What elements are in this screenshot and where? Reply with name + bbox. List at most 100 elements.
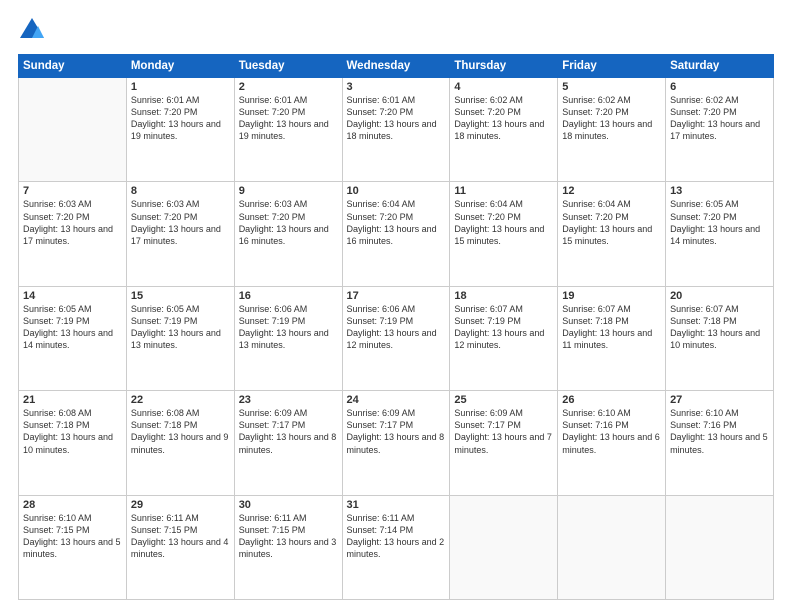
- calendar-day-cell: 20Sunrise: 6:07 AMSunset: 7:18 PMDayligh…: [666, 286, 774, 390]
- calendar-week-row: 21Sunrise: 6:08 AMSunset: 7:18 PMDayligh…: [19, 391, 774, 495]
- calendar-day-cell: 12Sunrise: 6:04 AMSunset: 7:20 PMDayligh…: [558, 182, 666, 286]
- calendar-body: 1Sunrise: 6:01 AMSunset: 7:20 PMDaylight…: [19, 78, 774, 600]
- day-number: 21: [23, 394, 122, 406]
- calendar-day-cell: 28Sunrise: 6:10 AMSunset: 7:15 PMDayligh…: [19, 495, 127, 599]
- day-number: 7: [23, 185, 122, 197]
- day-info: Sunrise: 6:01 AMSunset: 7:20 PMDaylight:…: [131, 94, 230, 143]
- calendar-day-cell: 18Sunrise: 6:07 AMSunset: 7:19 PMDayligh…: [450, 286, 558, 390]
- day-info: Sunrise: 6:08 AMSunset: 7:18 PMDaylight:…: [23, 407, 122, 456]
- day-info: Sunrise: 6:02 AMSunset: 7:20 PMDaylight:…: [562, 94, 661, 143]
- day-number: 28: [23, 499, 122, 511]
- day-number: 15: [131, 290, 230, 302]
- day-number: 10: [347, 185, 446, 197]
- calendar-day-cell: 19Sunrise: 6:07 AMSunset: 7:18 PMDayligh…: [558, 286, 666, 390]
- calendar-day-cell: 16Sunrise: 6:06 AMSunset: 7:19 PMDayligh…: [234, 286, 342, 390]
- day-info: Sunrise: 6:08 AMSunset: 7:18 PMDaylight:…: [131, 407, 230, 456]
- calendar-day-cell: 26Sunrise: 6:10 AMSunset: 7:16 PMDayligh…: [558, 391, 666, 495]
- calendar-day-cell: 8Sunrise: 6:03 AMSunset: 7:20 PMDaylight…: [126, 182, 234, 286]
- calendar-day-cell: 21Sunrise: 6:08 AMSunset: 7:18 PMDayligh…: [19, 391, 127, 495]
- day-info: Sunrise: 6:03 AMSunset: 7:20 PMDaylight:…: [23, 198, 122, 247]
- day-number: 18: [454, 290, 553, 302]
- day-info: Sunrise: 6:05 AMSunset: 7:20 PMDaylight:…: [670, 198, 769, 247]
- calendar-day-cell: 7Sunrise: 6:03 AMSunset: 7:20 PMDaylight…: [19, 182, 127, 286]
- calendar-week-row: 14 Sunrise: 6:05 AMSunset: 7:19 PMDayligh…: [19, 286, 774, 390]
- day-info: Sunrise: 6:01 AMSunset: 7:20 PMDaylight:…: [239, 94, 338, 143]
- weekday-header-cell: Friday: [558, 55, 666, 78]
- calendar-day-cell: [450, 495, 558, 599]
- page: SundayMondayTuesdayWednesdayThursdayFrid…: [0, 0, 792, 612]
- day-info: Sunrise: 6:05 AMSunset: 7:19 PMDaylight:…: [131, 303, 230, 352]
- day-info: Sunrise: 6:09 AMSunset: 7:17 PMDaylight:…: [239, 407, 338, 456]
- day-info: Sunrise: 6:11 AMSunset: 7:15 PMDaylight:…: [131, 512, 230, 561]
- day-number: 23: [239, 394, 338, 406]
- weekday-header-cell: Wednesday: [342, 55, 450, 78]
- day-number: 16: [239, 290, 338, 302]
- calendar-day-cell: 31Sunrise: 6:11 AMSunset: 7:14 PMDayligh…: [342, 495, 450, 599]
- calendar-week-row: 28Sunrise: 6:10 AMSunset: 7:15 PMDayligh…: [19, 495, 774, 599]
- calendar-day-cell: 13Sunrise: 6:05 AMSunset: 7:20 PMDayligh…: [666, 182, 774, 286]
- day-number: 19: [562, 290, 661, 302]
- day-info: Sunrise: 6:10 AMSunset: 7:16 PMDaylight:…: [670, 407, 769, 456]
- calendar-day-cell: 17Sunrise: 6:06 AMSunset: 7:19 PMDayligh…: [342, 286, 450, 390]
- day-info: Sunrise: 6:04 AMSunset: 7:20 PMDaylight:…: [562, 198, 661, 247]
- weekday-header-row: SundayMondayTuesdayWednesdayThursdayFrid…: [19, 55, 774, 78]
- calendar-day-cell: 29Sunrise: 6:11 AMSunset: 7:15 PMDayligh…: [126, 495, 234, 599]
- day-number: 11: [454, 185, 553, 197]
- day-number: 14: [23, 290, 122, 302]
- calendar-week-row: 7Sunrise: 6:03 AMSunset: 7:20 PMDaylight…: [19, 182, 774, 286]
- calendar-day-cell: 5Sunrise: 6:02 AMSunset: 7:20 PMDaylight…: [558, 78, 666, 182]
- day-number: 4: [454, 81, 553, 93]
- day-info: Sunrise: 6:03 AMSunset: 7:20 PMDaylight:…: [131, 198, 230, 247]
- day-info: Sunrise: 6:11 AMSunset: 7:14 PMDaylight:…: [347, 512, 446, 561]
- day-info: Sunrise: 6:07 AMSunset: 7:18 PMDaylight:…: [670, 303, 769, 352]
- day-info: Sunrise: 6:07 AMSunset: 7:18 PMDaylight:…: [562, 303, 661, 352]
- day-info: Sunrise: 6:01 AMSunset: 7:20 PMDaylight:…: [347, 94, 446, 143]
- calendar-day-cell: 10Sunrise: 6:04 AMSunset: 7:20 PMDayligh…: [342, 182, 450, 286]
- calendar-day-cell: 6Sunrise: 6:02 AMSunset: 7:20 PMDaylight…: [666, 78, 774, 182]
- calendar-day-cell: 15Sunrise: 6:05 AMSunset: 7:19 PMDayligh…: [126, 286, 234, 390]
- day-number: 13: [670, 185, 769, 197]
- calendar-day-cell: 23Sunrise: 6:09 AMSunset: 7:17 PMDayligh…: [234, 391, 342, 495]
- day-number: 25: [454, 394, 553, 406]
- calendar-day-cell: 9Sunrise: 6:03 AMSunset: 7:20 PMDaylight…: [234, 182, 342, 286]
- day-number: 8: [131, 185, 230, 197]
- day-info: Sunrise: 6:06 AMSunset: 7:19 PMDaylight:…: [239, 303, 338, 352]
- day-number: 3: [347, 81, 446, 93]
- calendar-day-cell: 1Sunrise: 6:01 AMSunset: 7:20 PMDaylight…: [126, 78, 234, 182]
- day-number: 22: [131, 394, 230, 406]
- calendar-day-cell: 3Sunrise: 6:01 AMSunset: 7:20 PMDaylight…: [342, 78, 450, 182]
- day-info: Sunrise: 6:03 AMSunset: 7:20 PMDaylight:…: [239, 198, 338, 247]
- day-info: Sunrise: 6:11 AMSunset: 7:15 PMDaylight:…: [239, 512, 338, 561]
- calendar-table: SundayMondayTuesdayWednesdayThursdayFrid…: [18, 54, 774, 600]
- day-info: Sunrise: 6:09 AMSunset: 7:17 PMDaylight:…: [347, 407, 446, 456]
- day-number: 6: [670, 81, 769, 93]
- day-info: Sunrise: 6:10 AMSunset: 7:15 PMDaylight:…: [23, 512, 122, 561]
- weekday-header-cell: Monday: [126, 55, 234, 78]
- day-number: 9: [239, 185, 338, 197]
- calendar-day-cell: 2Sunrise: 6:01 AMSunset: 7:20 PMDaylight…: [234, 78, 342, 182]
- calendar-day-cell: 24Sunrise: 6:09 AMSunset: 7:17 PMDayligh…: [342, 391, 450, 495]
- day-info: Sunrise: 6:09 AMSunset: 7:17 PMDaylight:…: [454, 407, 553, 456]
- calendar-day-cell: 27Sunrise: 6:10 AMSunset: 7:16 PMDayligh…: [666, 391, 774, 495]
- day-info: Sunrise: 6:04 AMSunset: 7:20 PMDaylight:…: [347, 198, 446, 247]
- calendar-day-cell: 22Sunrise: 6:08 AMSunset: 7:18 PMDayligh…: [126, 391, 234, 495]
- day-number: 20: [670, 290, 769, 302]
- weekday-header-cell: Thursday: [450, 55, 558, 78]
- calendar-day-cell: [666, 495, 774, 599]
- day-info: Sunrise: 6:04 AMSunset: 7:20 PMDaylight:…: [454, 198, 553, 247]
- day-number: 12: [562, 185, 661, 197]
- calendar-day-cell: 11Sunrise: 6:04 AMSunset: 7:20 PMDayligh…: [450, 182, 558, 286]
- weekday-header-cell: Sunday: [19, 55, 127, 78]
- weekday-header-cell: Saturday: [666, 55, 774, 78]
- day-number: 1: [131, 81, 230, 93]
- calendar-day-cell: [558, 495, 666, 599]
- day-number: 31: [347, 499, 446, 511]
- calendar-day-cell: 4Sunrise: 6:02 AMSunset: 7:20 PMDaylight…: [450, 78, 558, 182]
- day-number: 29: [131, 499, 230, 511]
- day-info: Sunrise: 6:10 AMSunset: 7:16 PMDaylight:…: [562, 407, 661, 456]
- day-number: 2: [239, 81, 338, 93]
- calendar-day-cell: 25Sunrise: 6:09 AMSunset: 7:17 PMDayligh…: [450, 391, 558, 495]
- logo: [18, 16, 50, 44]
- calendar-day-cell: 14Sunrise: 6:05 AMSunset: 7:19 PMDayligh…: [19, 286, 127, 390]
- day-number: 5: [562, 81, 661, 93]
